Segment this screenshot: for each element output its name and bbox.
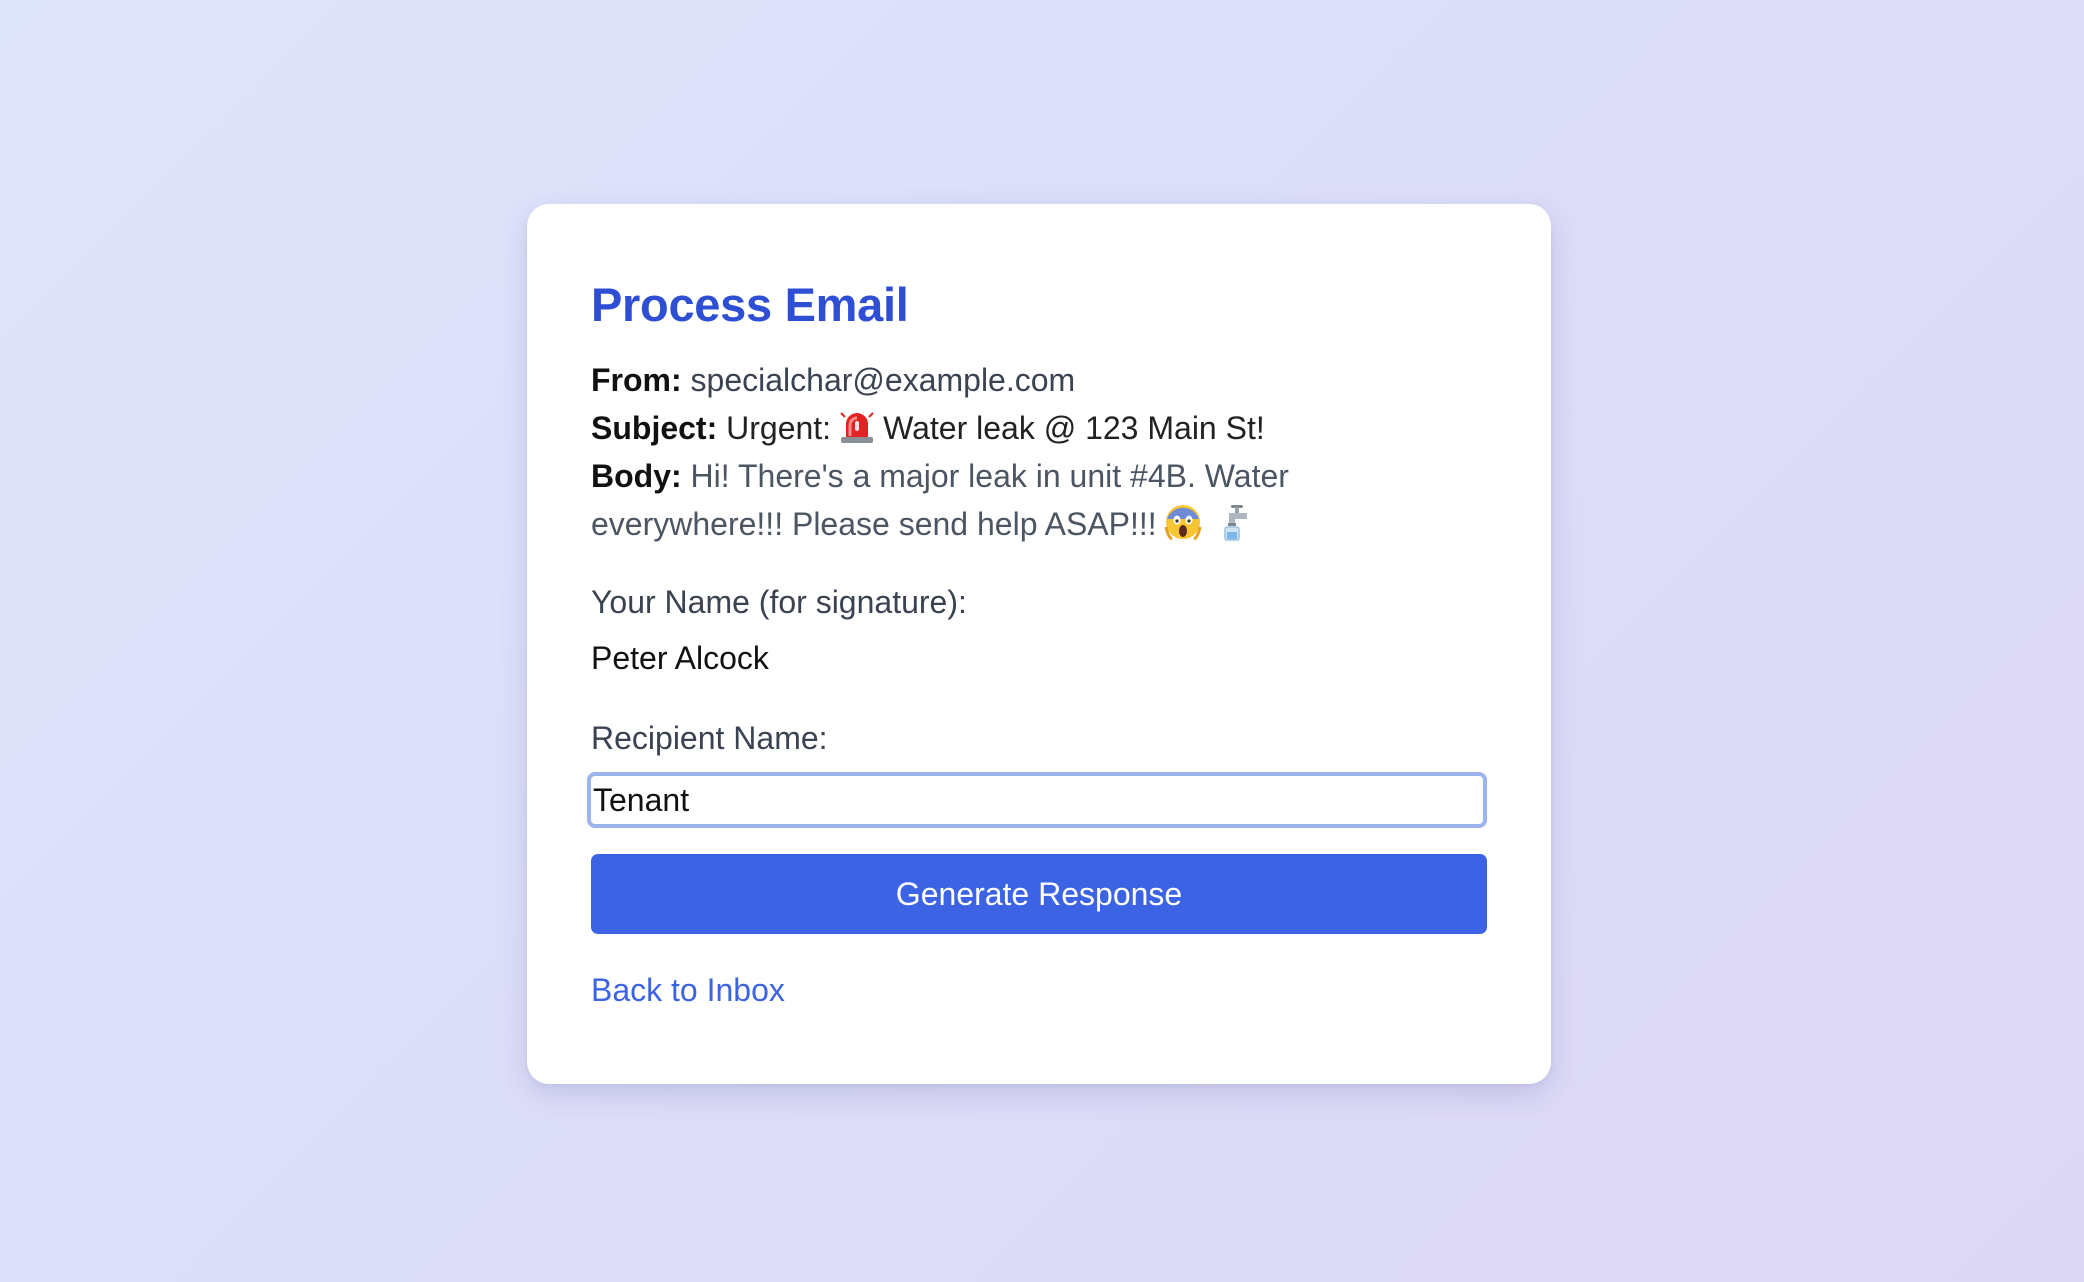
back-to-inbox-link[interactable]: Back to Inbox [591, 968, 785, 1012]
generate-response-button[interactable]: Generate Response [591, 854, 1487, 934]
subject-label: Subject: [591, 410, 718, 446]
scream-face-icon [1164, 505, 1202, 541]
subject-text: Water leak @ 123 Main St! [883, 410, 1265, 446]
body-label: Body: [591, 458, 682, 494]
recipient-label: Recipient Name: [591, 720, 828, 756]
rotating-light-icon [840, 412, 874, 443]
recipient-input[interactable] [593, 781, 1483, 819]
signature-name-value: Peter Alcock [591, 640, 769, 676]
email-details: From: specialchar@example.com Subject: U… [591, 356, 1487, 548]
subject-line: Subject: Urgent: Water leak @ 123 Main S… [591, 404, 1487, 452]
name-label: Your Name (for signature): [591, 584, 967, 620]
recipient-input-wrapper [587, 772, 1487, 828]
subject-prefix: Urgent: [726, 410, 832, 446]
from-line: From: specialchar@example.com [591, 356, 1487, 404]
body-line: Body: Hi! There's a major leak in unit #… [591, 452, 1487, 548]
from-label: From: [591, 362, 682, 398]
process-email-card: Process Email From: specialchar@example.… [527, 204, 1551, 1084]
from-value: specialchar@example.com [690, 362, 1076, 398]
page-title: Process Email [591, 278, 909, 331]
faucet-icon [1223, 505, 1247, 541]
